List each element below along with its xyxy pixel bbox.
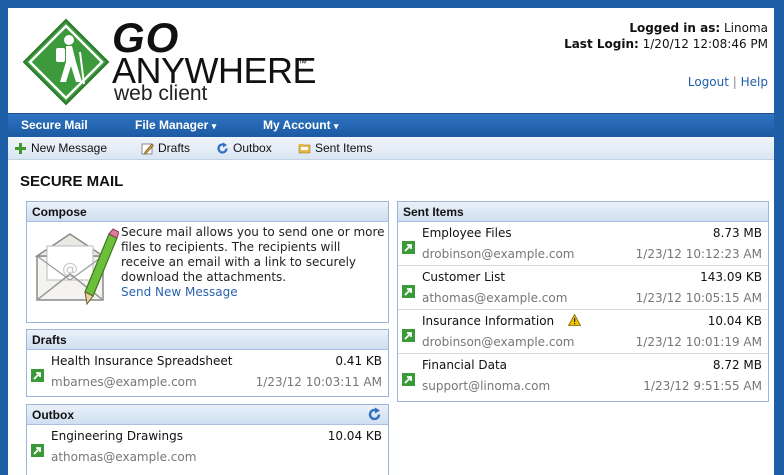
pencil-icon	[141, 143, 154, 154]
item-name: Financial Data	[422, 358, 508, 372]
drafts-label: Drafts	[158, 141, 191, 155]
svg-text:@: @	[62, 259, 78, 278]
compose-panel: Compose @ Secure mail allows you to send…	[26, 201, 389, 323]
item-size: 143.09 KB	[700, 270, 762, 284]
compose-description: Secure mail allows you to send one or mo…	[121, 225, 387, 300]
plus-icon	[15, 142, 26, 154]
nav-my-account[interactable]: My Account ▾	[263, 118, 338, 132]
sent-items-panel: Sent Items Employee Files 8.73 MB drobin…	[397, 201, 769, 402]
send-arrow-icon	[31, 444, 44, 457]
sent-items-title: Sent Items	[403, 205, 464, 219]
item-size: 8.73 MB	[712, 226, 762, 240]
chevron-down-icon: ▾	[333, 121, 339, 131]
item-date: 1/23/12 10:12:23 AM	[635, 247, 762, 261]
send-arrow-icon	[402, 241, 415, 254]
app-frame: GO ANYWHERE ™ web client Logged in as: L…	[8, 8, 774, 475]
drafts-title: Drafts	[32, 333, 67, 347]
item-size: 0.41 KB	[335, 354, 382, 368]
nav-my-account-label: My Account	[263, 118, 331, 132]
drafts-button[interactable]: Drafts	[141, 141, 190, 155]
main-nav: Secure Mail File Manager ▾ My Account ▾	[8, 113, 774, 137]
outbox-panel-header: Outbox	[27, 405, 388, 425]
list-item[interactable]: Insurance Information 10.04 KB drobinson…	[398, 310, 768, 354]
send-arrow-icon	[402, 329, 415, 342]
item-recipient: support@linoma.com	[422, 379, 551, 393]
hiker-logo-icon	[22, 18, 110, 106]
refresh-icon	[217, 142, 228, 154]
item-recipient: drobinson@example.com	[422, 335, 575, 349]
warning-icon	[568, 314, 582, 326]
sent-items-label: Sent Items	[315, 141, 373, 155]
logged-in-user: Linoma	[720, 21, 768, 35]
nav-file-manager-label: File Manager	[135, 118, 209, 132]
compose-text: Secure mail allows you to send one or mo…	[121, 225, 385, 284]
item-size: 10.04 KB	[707, 314, 762, 328]
item-size: 10.04 KB	[327, 429, 382, 443]
list-item[interactable]: Financial Data 8.72 MB support@linoma.co…	[398, 354, 768, 398]
nav-secure-mail[interactable]: Secure Mail	[21, 118, 88, 132]
send-arrow-icon	[31, 369, 44, 382]
outbox-button[interactable]: Outbox	[216, 141, 272, 155]
item-name: Engineering Drawings	[51, 429, 183, 443]
compose-title: Compose	[32, 205, 87, 219]
compose-panel-header: Compose	[27, 202, 388, 222]
login-info: Logged in as: Linoma Last Login: 1/20/12…	[564, 20, 768, 52]
item-recipient: mbarnes@example.com	[51, 375, 197, 389]
item-name: Health Insurance Spreadsheet	[51, 354, 233, 368]
item-recipient: athomas@example.com	[422, 291, 568, 305]
sent-items-button[interactable]: Sent Items	[298, 141, 372, 155]
item-size: 8.72 MB	[712, 358, 762, 372]
list-item[interactable]: Employee Files 8.73 MB drobinson@example…	[398, 222, 768, 266]
item-recipient: athomas@example.com	[51, 450, 197, 464]
new-message-label: New Message	[31, 141, 108, 155]
link-separator: |	[728, 75, 741, 89]
header-links: Logout | Help	[688, 75, 768, 89]
item-name: Customer List	[422, 270, 506, 284]
list-item[interactable]: Health Insurance Spreadsheet 0.41 KB mba…	[27, 350, 388, 394]
envelope-pencil-icon: @	[34, 228, 119, 306]
item-name: Employee Files	[422, 226, 512, 240]
outbox-label: Outbox	[233, 141, 272, 155]
outbox-title: Outbox	[32, 408, 74, 422]
send-arrow-icon	[402, 373, 415, 386]
sent-items-panel-header: Sent Items	[398, 202, 768, 222]
refresh-icon[interactable]	[367, 407, 382, 422]
logo-web-client-text: web client	[114, 82, 208, 105]
item-recipient: drobinson@example.com	[422, 247, 575, 261]
send-new-message-link[interactable]: Send New Message	[121, 285, 387, 300]
outbox-panel: Outbox Engineering Drawings 10.04 KB ath…	[26, 404, 389, 475]
new-message-button[interactable]: New Message	[14, 141, 107, 155]
drafts-panel: Drafts Health Insurance Spreadsheet 0.41…	[26, 329, 389, 397]
item-name: Insurance Information	[422, 314, 582, 328]
chevron-down-icon: ▾	[211, 121, 217, 131]
page-title: SECURE MAIL	[20, 173, 124, 190]
last-login-value: 1/20/12 12:08:46 PM	[638, 37, 768, 51]
send-arrow-icon	[402, 285, 415, 298]
toolbar: New Message Drafts Outbox Sent Items	[8, 137, 774, 160]
last-login-label: Last Login:	[564, 37, 639, 51]
logged-in-label: Logged in as:	[629, 21, 721, 35]
list-item[interactable]: Customer List 143.09 KB athomas@example.…	[398, 266, 768, 310]
item-date: 1/23/12 9:51:55 AM	[643, 379, 762, 393]
item-date: 1/23/12 10:01:19 AM	[635, 335, 762, 349]
logout-link[interactable]: Logout	[688, 75, 729, 89]
nav-secure-mail-label: Secure Mail	[21, 118, 88, 132]
item-name-text: Insurance Information	[422, 314, 555, 328]
nav-file-manager[interactable]: File Manager ▾	[135, 118, 216, 132]
logo-trademark: ™	[298, 58, 307, 68]
header: GO ANYWHERE ™ web client Logged in as: L…	[8, 8, 774, 112]
drafts-panel-header: Drafts	[27, 330, 388, 350]
item-date: 1/23/12 10:05:15 AM	[635, 291, 762, 305]
item-date: 1/23/12 10:03:11 AM	[255, 375, 382, 389]
folder-icon	[298, 143, 311, 153]
help-link[interactable]: Help	[741, 75, 768, 89]
list-item[interactable]: Engineering Drawings 10.04 KB athomas@ex…	[27, 425, 388, 469]
